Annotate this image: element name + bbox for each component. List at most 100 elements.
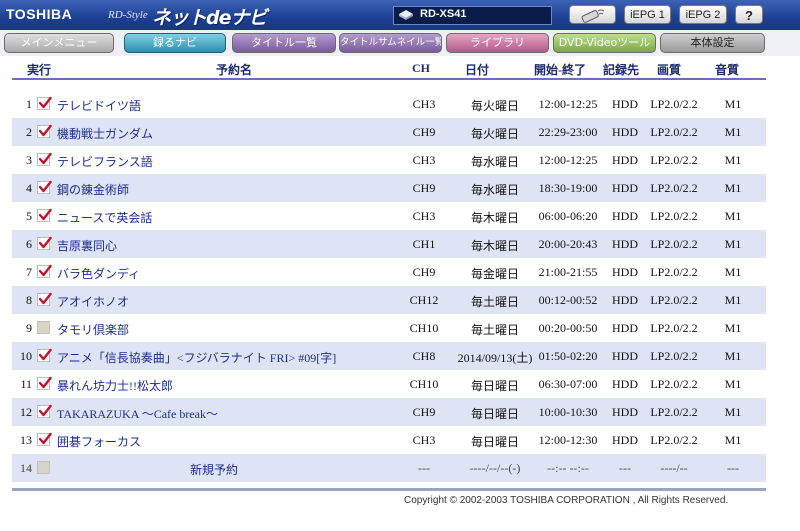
reservation-name-link[interactable]: ニュースで英会話	[57, 209, 152, 226]
row-time: 00:20-00:50	[538, 321, 598, 335]
reservation-name-link[interactable]: タモリ倶楽部	[57, 321, 129, 338]
reservation-name-link[interactable]: 暴れん坊力士!!松太郎	[57, 377, 173, 394]
table-header: 実行 予約名 CH 日付 開始-終了 記録先 画質 音質	[12, 58, 766, 80]
footer-divider	[12, 488, 766, 491]
table-row: 8 アオイホノオ CH12 毎土曜日 00:12-00:52 HDD LP2.0/2.2 M1	[12, 286, 766, 314]
row-date: 毎木曜日	[470, 211, 519, 225]
check-icon	[38, 432, 52, 445]
reservation-name-link[interactable]: 鋼の錬金術師	[57, 181, 129, 198]
row-date: 毎土曜日	[470, 323, 519, 337]
row-channel: CH9	[412, 405, 436, 419]
new-reservation-link[interactable]: 新規予約	[190, 461, 238, 478]
iepg2-button[interactable]: iEPG 2	[679, 5, 727, 24]
row-time: 18:30-19:00	[538, 181, 598, 195]
row-channel: CH3	[412, 153, 436, 167]
row-checkbox[interactable]	[37, 264, 52, 278]
row-date: 毎火曜日	[470, 99, 519, 113]
iepg1-button[interactable]: iEPG 1	[624, 5, 671, 24]
brand-logo: TOSHIBA	[6, 6, 73, 22]
row-quality: ----/--	[660, 461, 688, 475]
row-audio: M1	[724, 321, 742, 335]
reservation-name-link[interactable]: 機動戦士ガンダム	[57, 125, 153, 142]
table-row: 2 機動戦士ガンダム CH9 毎火曜日 22:29-23:00 HDD LP2.0/2.2 M…	[12, 118, 766, 146]
row-audio: M1	[724, 349, 742, 363]
tab-device-settings[interactable]: 本体設定	[660, 33, 765, 53]
row-destination: HDD	[612, 181, 638, 195]
table-row: 9 タモリ倶楽部 CH10 毎土曜日 00:20-00:50 HDD LP2.0/2.2 M1	[12, 314, 766, 342]
row-time: --:-- --:--	[547, 461, 589, 475]
row-checkbox[interactable]	[37, 292, 52, 306]
row-checkbox[interactable]	[37, 124, 52, 138]
row-checkbox[interactable]	[37, 348, 52, 362]
row-number: 9	[26, 321, 32, 335]
tab-library[interactable]: ライブラリ	[446, 33, 549, 53]
row-date: 毎土曜日	[470, 295, 519, 309]
table-row: 10 アニメ「信長協奏曲」<フジバラナイト FRI> #09[字] CH8 2014/…	[12, 342, 766, 370]
row-destination: HDD	[612, 321, 638, 335]
row-date: 毎金曜日	[470, 267, 519, 281]
row-date: 毎水曜日	[470, 183, 519, 197]
reservation-name-link[interactable]: 吉原裏同心	[57, 237, 117, 254]
check-icon	[38, 292, 52, 305]
reservation-name-link[interactable]: バラ色ダンディ	[57, 265, 140, 282]
row-destination: HDD	[612, 97, 638, 111]
row-number: 3	[26, 153, 32, 167]
tab-dvd-video-tool[interactable]: DVD-Videoツール	[553, 33, 656, 53]
copyright: Copyright © 2002-2003 TOSHIBA CORPORATIO…	[404, 495, 729, 506]
row-audio: ---	[727, 461, 739, 475]
row-checkbox[interactable]	[37, 180, 52, 194]
row-date: 毎火曜日	[470, 127, 519, 141]
row-quality: LP2.0/2.2	[650, 97, 698, 111]
help-button[interactable]: ?	[735, 5, 763, 24]
row-checkbox[interactable]	[37, 432, 52, 446]
row-time: 10:00-10:30	[538, 405, 598, 419]
check-icon	[38, 376, 52, 389]
reservation-name-link[interactable]: TAKARAZUKA 〜Cafe break〜	[57, 405, 218, 422]
row-quality: LP2.0/2.2	[650, 349, 698, 363]
row-checkbox[interactable]	[37, 208, 52, 222]
row-time: 20:00-20:43	[538, 237, 598, 251]
row-time: 12:00-12:25	[538, 153, 598, 167]
row-time: 21:00-21:55	[538, 265, 598, 279]
table-row: 7 バラ色ダンディ CH9 毎金曜日 21:00-21:55 HDD LP2.0/2.2 M1	[12, 258, 766, 286]
tab-title-thumbnails[interactable]: タイトルサムネイル一覧	[339, 33, 442, 53]
row-checkbox[interactable]	[37, 461, 50, 474]
row-channel: CH9	[412, 181, 436, 195]
tab-main-menu[interactable]: メインメニュー	[4, 33, 114, 53]
row-destination: HDD	[612, 377, 638, 391]
row-date: 毎日曜日	[470, 407, 519, 421]
reservation-name-link[interactable]: アオイホノオ	[57, 293, 129, 310]
remote-button[interactable]	[569, 5, 616, 24]
row-date: ----/--/--(-)	[469, 461, 521, 475]
reservation-name-link[interactable]: テレビドイツ語	[57, 97, 141, 114]
row-date: 毎木曜日	[470, 239, 519, 253]
row-checkbox[interactable]	[37, 152, 52, 166]
row-checkbox[interactable]	[37, 376, 52, 390]
row-quality: LP2.0/2.2	[650, 153, 698, 167]
row-audio: M1	[724, 125, 742, 139]
row-number: 11	[20, 377, 32, 391]
row-date: 毎水曜日	[470, 155, 519, 169]
row-checkbox[interactable]	[37, 96, 52, 110]
row-quality: LP2.0/2.2	[650, 433, 698, 447]
row-checkbox[interactable]	[37, 404, 52, 418]
row-quality: LP2.0/2.2	[650, 293, 698, 307]
tab-title-list[interactable]: タイトル一覧	[232, 33, 336, 53]
tab-recording-navi[interactable]: 録るナビ	[124, 33, 226, 53]
row-checkbox[interactable]	[37, 236, 52, 250]
row-channel: CH3	[412, 433, 436, 447]
row-channel: CH10	[409, 321, 439, 335]
reservation-name-link[interactable]: 囲碁フォーカス	[57, 433, 141, 450]
row-quality: LP2.0/2.2	[650, 209, 698, 223]
row-time: 06:30-07:00	[538, 377, 598, 391]
reservation-name-link[interactable]: アニメ「信長協奏曲」<フジバラナイト FRI> #09[字]	[57, 349, 336, 366]
row-audio: M1	[724, 405, 742, 419]
row-channel: CH9	[412, 265, 436, 279]
row-destination: HDD	[612, 125, 638, 139]
reservation-name-link[interactable]: テレビフランス語	[57, 153, 153, 170]
row-destination: ---	[619, 461, 631, 475]
row-audio: M1	[724, 377, 742, 391]
row-audio: M1	[724, 433, 742, 447]
row-checkbox[interactable]	[37, 321, 50, 334]
row-destination: HDD	[612, 265, 638, 279]
